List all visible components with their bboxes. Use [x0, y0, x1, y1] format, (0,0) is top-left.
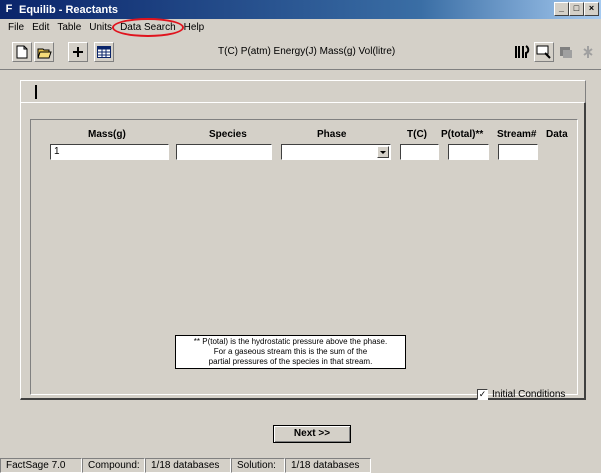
initial-conditions-option[interactable]: ✓ Initial Conditions: [477, 389, 565, 400]
window-title: Equilib - Reactants: [19, 3, 119, 16]
header-temperature: T(C): [407, 129, 427, 140]
menu-help[interactable]: Help: [180, 22, 209, 33]
status-bar: FactSage 7.0 Compound: 1/18 databases So…: [0, 458, 601, 473]
reaction-tools-icon[interactable]: [512, 42, 532, 62]
wizard-icon[interactable]: [578, 42, 598, 62]
status-compound-label: Compound:: [82, 458, 145, 473]
parameter-icon[interactable]: [556, 42, 576, 62]
temperature-input[interactable]: [400, 144, 439, 160]
initial-conditions-label: Initial Conditions: [492, 389, 566, 400]
phase-select[interactable]: [281, 144, 391, 160]
status-filler: [371, 458, 601, 473]
stream-input[interactable]: [498, 144, 538, 160]
display-icon[interactable]: [534, 42, 554, 62]
add-icon[interactable]: [68, 42, 88, 62]
units-label: T(C) P(atm) Energy(J) Mass(g) Vol(litre): [218, 46, 396, 57]
header-data: Data: [546, 129, 568, 140]
menu-data-search[interactable]: Data Search: [112, 18, 184, 37]
mass-input[interactable]: 1: [50, 144, 169, 160]
window-controls: _ □ ×: [554, 2, 599, 16]
status-version: FactSage 7.0: [0, 458, 82, 473]
minimize-button[interactable]: _: [554, 2, 569, 16]
toolbar: T(C) P(atm) Energy(J) Mass(g) Vol(litre): [0, 36, 601, 70]
footnote-line-3: partial pressures of the species in that…: [208, 357, 373, 366]
status-solution-label: Solution:: [231, 458, 285, 473]
initial-conditions-checkbox[interactable]: ✓: [477, 389, 488, 400]
header-ptotal: P(total)**: [441, 129, 484, 140]
close-button[interactable]: ×: [584, 2, 599, 16]
header-species: Species: [209, 129, 247, 140]
status-compound-value: 1/18 databases: [145, 458, 231, 473]
table-icon[interactable]: [94, 42, 114, 62]
header-stream: Stream#: [497, 129, 537, 140]
menu-file[interactable]: File: [4, 22, 28, 33]
tab-marker: [35, 85, 37, 99]
factsage-logo-icon: F: [5, 3, 13, 15]
footnote-line-2: For a gaseous stream this is the sum of …: [213, 347, 368, 356]
new-document-icon[interactable]: [12, 42, 32, 62]
header-mass: Mass(g): [88, 129, 126, 140]
ptotal-input[interactable]: [448, 144, 489, 160]
header-phase: Phase: [317, 129, 347, 140]
maximize-button[interactable]: □: [569, 2, 584, 16]
species-input[interactable]: [176, 144, 272, 160]
status-solution-value: 1/18 databases: [285, 458, 371, 473]
ptotal-footnote: ** P(total) is the hydrostatic pressure …: [175, 335, 406, 369]
title-bar: F Equilib - Reactants _ □ ×: [0, 0, 601, 19]
footnote-line-1: ** P(total) is the hydrostatic pressure …: [193, 337, 388, 346]
menu-table[interactable]: Table: [53, 22, 85, 33]
menu-bar: File Edit Table Units Data Search Help: [0, 18, 601, 37]
chevron-down-icon[interactable]: [377, 146, 389, 158]
tab-strip: [20, 80, 586, 102]
open-folder-icon[interactable]: [34, 42, 54, 62]
next-button[interactable]: Next >>: [273, 425, 351, 443]
menu-edit[interactable]: Edit: [28, 22, 53, 33]
